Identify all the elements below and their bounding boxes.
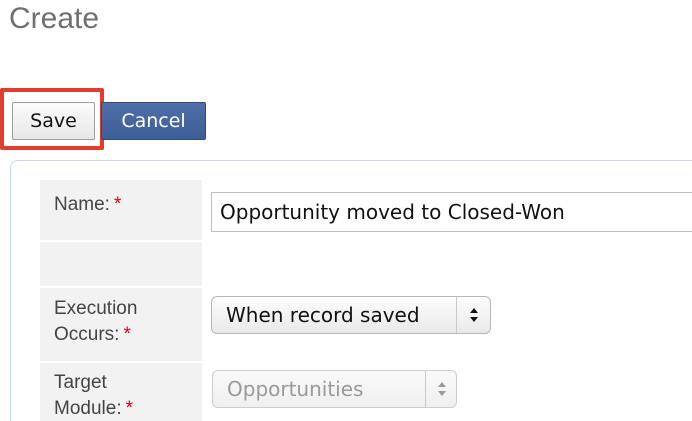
execution-occurs-value: When record saved	[226, 303, 420, 327]
target-module-label-line2: Module:	[54, 398, 122, 419]
target-module-label: Target Module: *	[54, 370, 133, 421]
page-title: Create	[9, 2, 100, 35]
create-page: Create Save Cancel Name: * Opportunity mo…	[0, 0, 692, 421]
label-divider	[40, 286, 202, 288]
name-label: Name: *	[54, 192, 121, 218]
label-divider	[40, 240, 202, 242]
save-button[interactable]: Save	[12, 102, 95, 140]
target-module-label-line1: Target	[54, 372, 107, 393]
required-marker: *	[113, 194, 122, 215]
target-module-value: Opportunities	[227, 377, 364, 401]
name-label-text: Name:	[54, 194, 110, 215]
execution-occurs-select[interactable]: When record saved	[211, 296, 491, 334]
name-input[interactable]: Opportunity moved to Closed-Won	[211, 192, 692, 232]
up-down-arrows-icon	[457, 297, 491, 333]
cancel-button[interactable]: Cancel	[101, 102, 206, 140]
execution-occurs-label-line1: Execution	[54, 298, 138, 319]
label-divider	[40, 361, 202, 363]
up-down-arrows-icon	[426, 371, 457, 407]
required-marker: *	[123, 324, 131, 345]
execution-occurs-label-line2: Occurs:	[54, 324, 120, 345]
target-module-select[interactable]: Opportunities	[212, 370, 457, 408]
required-marker: *	[125, 398, 134, 419]
execution-occurs-label: Execution Occurs: *	[54, 296, 137, 348]
